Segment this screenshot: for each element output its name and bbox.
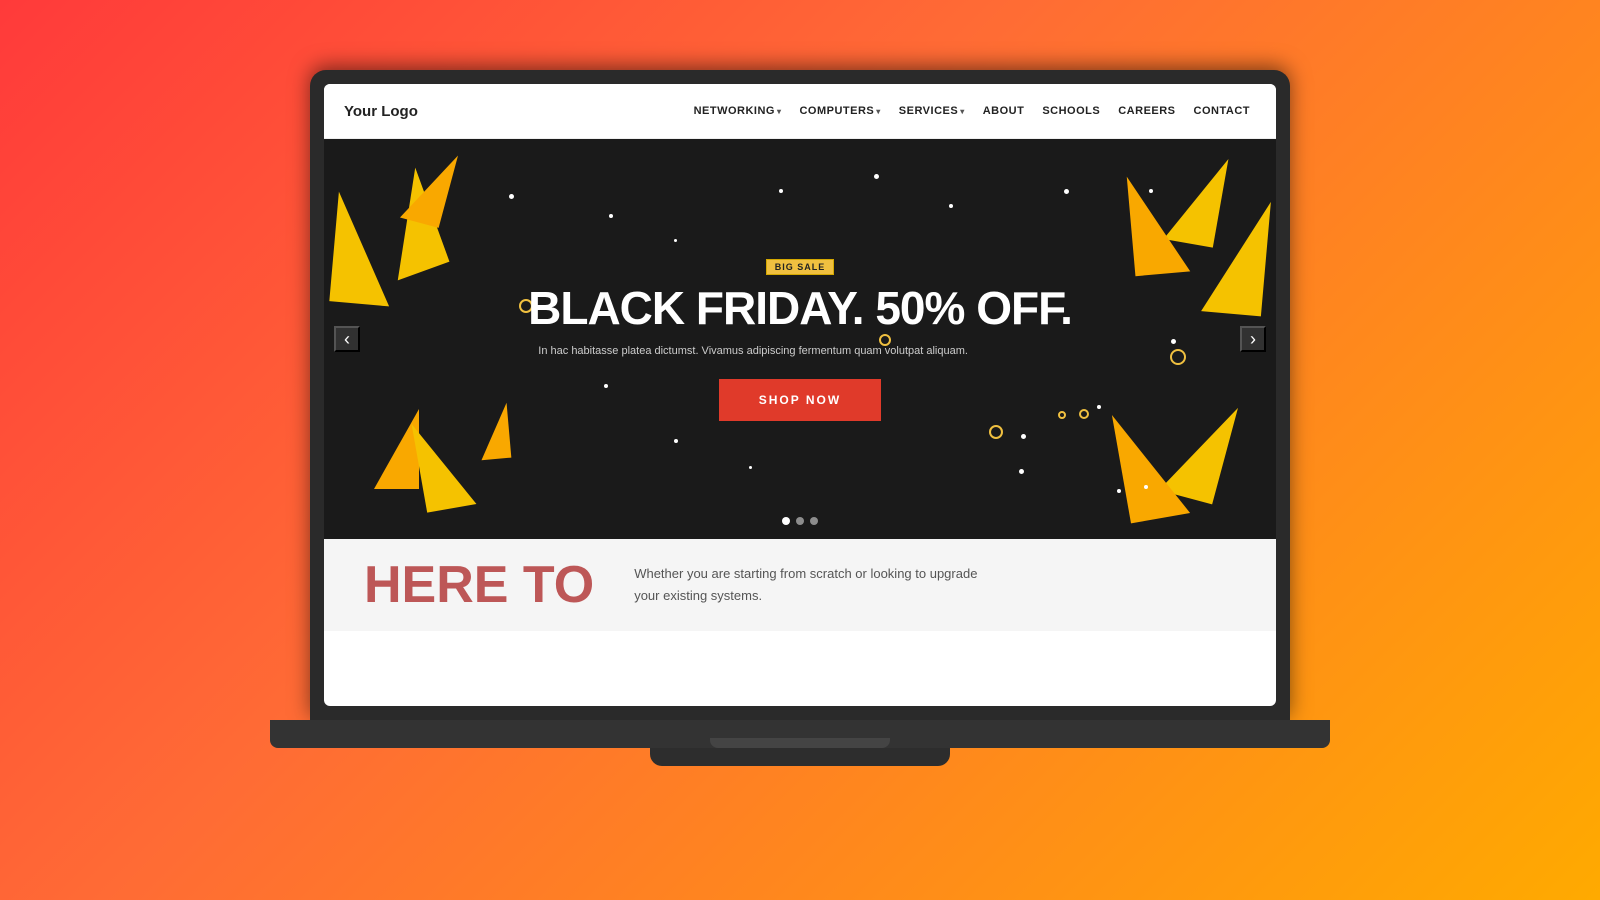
laptop-stand [650,748,950,766]
triangle-4 [374,409,419,489]
dot [1117,489,1121,493]
bottom-section: HERE TO Whether you are starting from sc… [324,539,1276,631]
triangle-7 [1127,172,1191,276]
nav-item-services[interactable]: SERVICES ▾ [893,101,971,121]
dot [1149,189,1153,193]
sale-badge: BIG SALE [766,259,835,275]
dot [674,239,677,242]
triangle-8 [1159,394,1238,505]
laptop-screen: Your Logo NETWORKING ▾ COMPUTERS ▾ SERVI… [324,84,1276,706]
triangle-11 [477,403,512,460]
dot [949,204,953,208]
hero-subtitle: In hac habitasse platea dictumst. Vivamu… [528,345,978,357]
triangle-3 [329,192,398,307]
triangle-5 [412,415,477,512]
bottom-heading: HERE TO [364,559,594,611]
hero-title: BLACK FRIDAY. 50% OFF. [528,285,1072,331]
dot [1171,339,1176,344]
triangle-9 [1112,405,1190,524]
chevron-down-icon: ▾ [876,107,881,116]
dot [509,194,514,199]
dot [674,439,678,443]
dot [1019,469,1024,474]
dot [609,214,613,218]
slider-dot-2[interactable] [796,517,804,525]
slider-dot-3[interactable] [810,517,818,525]
laptop-base [270,720,1330,748]
nav-item-contact[interactable]: CONTACT [1188,101,1256,121]
nav-item-networking[interactable]: NETWORKING ▾ [688,101,788,121]
laptop-lid: Your Logo NETWORKING ▾ COMPUTERS ▾ SERVI… [310,70,1290,720]
dot [1064,189,1069,194]
dot [749,466,752,469]
hero-content: BIG SALE BLACK FRIDAY. 50% OFF. In hac h… [528,257,1072,421]
bottom-description: Whether you are starting from scratch or… [634,563,994,607]
gold-dot [989,425,1003,439]
nav-item-about[interactable]: ABOUT [977,101,1031,121]
laptop-container: Your Logo NETWORKING ▾ COMPUTERS ▾ SERVI… [270,70,1330,830]
gold-dot [1170,349,1186,365]
navbar: Your Logo NETWORKING ▾ COMPUTERS ▾ SERVI… [324,84,1276,139]
triangle-6 [1164,150,1229,247]
site-logo[interactable]: Your Logo [344,103,418,120]
nav-item-careers[interactable]: CAREERS [1112,101,1181,121]
slider-dots [782,517,818,525]
dot [874,174,879,179]
chevron-right-icon: › [1250,329,1256,350]
dot [779,189,783,193]
dot [1021,434,1026,439]
hero-slider: ‹ › BIG SALE BLACK FRIDAY. 50% OFF. In h… [324,139,1276,539]
chevron-down-icon: ▾ [777,107,782,116]
nav-item-schools[interactable]: SCHOOLS [1036,101,1106,121]
nav-menu: NETWORKING ▾ COMPUTERS ▾ SERVICES ▾ ABOU… [688,101,1256,121]
slider-next-button[interactable]: › [1240,326,1266,352]
triangle-2 [400,145,458,228]
chevron-down-icon: ▾ [960,107,965,116]
nav-item-computers[interactable]: COMPUTERS ▾ [793,101,886,121]
triangle-10 [1201,197,1271,317]
triangle-1 [364,168,450,281]
gold-dot [1079,409,1089,419]
slider-dot-1[interactable] [782,517,790,525]
dot [1144,485,1148,489]
chevron-left-icon: ‹ [344,329,350,350]
dot [1097,405,1101,409]
slider-prev-button[interactable]: ‹ [334,326,360,352]
shop-now-button[interactable]: SHOP NOW [719,379,881,421]
